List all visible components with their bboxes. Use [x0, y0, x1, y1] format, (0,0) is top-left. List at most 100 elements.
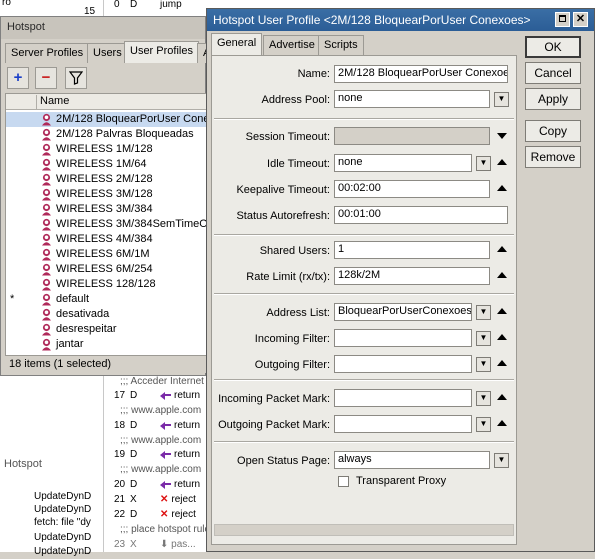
idle-timeout-select[interactable]: none [334, 154, 472, 172]
list-item[interactable]: 2M/128 BloquearPorUser Conexoes [6, 112, 206, 127]
firewall-row[interactable]: 19 D return [104, 447, 208, 462]
transparent-proxy-label: Transparent Proxy [356, 475, 447, 487]
user-profile-icon [42, 233, 51, 246]
firewall-row[interactable]: 21 X ✕ reject [104, 492, 208, 507]
firewall-row[interactable]: 18 D return [104, 418, 208, 433]
log-row[interactable]: UpdateDynD [34, 531, 104, 545]
list-item[interactable]: desativada [6, 307, 206, 322]
firewall-row[interactable]: 20 D return [104, 477, 208, 492]
list-item[interactable]: WIRELESS 128/128 [6, 277, 206, 292]
cancel-button[interactable]: Cancel [525, 62, 581, 84]
remove-button[interactable]: − [35, 67, 57, 89]
incoming-packet-mark-dropdown[interactable]: ▼ [476, 391, 491, 406]
list-item[interactable]: desrespeitar [6, 322, 206, 337]
shared-users-field[interactable]: 1 [334, 241, 490, 259]
filter-button[interactable] [65, 67, 87, 89]
list-item[interactable]: 2M/128 Palvras Bloqueadas [6, 127, 206, 142]
tab-advertise[interactable]: Advertise [263, 35, 321, 55]
outgoing-filter-select[interactable] [334, 355, 472, 373]
firewall-row[interactable]: 23 X ⬇ pas... [104, 537, 208, 552]
incoming-packet-mark-select[interactable] [334, 389, 472, 407]
column-header-name[interactable]: Name [36, 95, 69, 109]
firewall-row[interactable]: 17 D return [104, 388, 208, 403]
apply-button[interactable]: Apply [525, 88, 581, 110]
filter-icon [68, 71, 84, 85]
address-pool-label: Address Pool: [261, 94, 330, 106]
window-title[interactable]: Hotspot [1, 17, 205, 39]
ok-button[interactable]: OK [525, 36, 581, 58]
copy-button[interactable]: Copy [525, 120, 581, 142]
log-row[interactable]: UpdateDynD [34, 490, 104, 504]
rate-limit-field[interactable]: 128k/2M [334, 267, 490, 285]
dialog-title[interactable]: Hotspot User Profile <2M/128 BloquearPor… [207, 9, 594, 31]
dropdown-icon: ▼ [497, 455, 506, 464]
minus-icon: − [41, 69, 51, 86]
list-item[interactable]: WIRELESS 1M/128 [6, 142, 206, 157]
address-list-dropdown[interactable]: ▼ [476, 305, 491, 320]
reject-icon: ✕ [160, 509, 169, 520]
remove-profile-button[interactable]: Remove [525, 146, 581, 168]
list-item[interactable]: WIRELESS 1M/64 [6, 157, 206, 172]
address-pool-select[interactable]: none [334, 90, 490, 108]
session-timeout-label: Session Timeout: [245, 131, 330, 143]
tab-general[interactable]: General [211, 33, 263, 56]
status-autorefresh-field[interactable]: 00:01:00 [334, 206, 508, 224]
row-flag: D [130, 479, 138, 490]
list-item[interactable]: WIRELESS 2M/128 [6, 172, 206, 187]
transparent-proxy-checkbox[interactable] [338, 476, 349, 487]
log-row[interactable]: UpdateDynD [34, 545, 104, 559]
collapse-up-icon[interactable] [497, 308, 507, 314]
collapse-up-icon[interactable] [497, 159, 507, 165]
session-timeout-field[interactable] [334, 127, 490, 145]
firewall-row[interactable]: 22 D ✕ reject [104, 507, 208, 522]
user-profile-icon [42, 113, 51, 126]
close-button[interactable]: ✕ [573, 12, 588, 27]
expand-down-icon[interactable] [497, 133, 507, 139]
idle-timeout-dropdown[interactable]: ▼ [476, 156, 491, 171]
open-status-page-select[interactable]: always [334, 451, 490, 469]
add-button[interactable]: + [7, 67, 29, 89]
tab-server-profiles[interactable]: Server Profiles [5, 43, 90, 63]
list-item[interactable]: WIRELESS 4M/384 [6, 232, 206, 247]
collapse-up-icon[interactable] [497, 420, 507, 426]
tab-scripts[interactable]: Scripts [318, 35, 364, 55]
outgoing-filter-dropdown[interactable]: ▼ [476, 357, 491, 372]
list-item[interactable]: WIRELESS 3M/128 [6, 187, 206, 202]
open-status-page-dropdown[interactable]: ▼ [494, 453, 509, 468]
address-list-select[interactable]: BloquearPorUserConexoes [334, 303, 472, 321]
user-profile-icon [42, 338, 51, 351]
outgoing-packet-mark-select[interactable] [334, 415, 472, 433]
firewall-comment: ;;; place hotspot rules [120, 524, 208, 535]
collapse-up-icon[interactable] [497, 272, 507, 278]
user-profiles-list[interactable]: Name 2M/128 BloquearPorUser Conexoes 2M/1… [5, 93, 207, 358]
status-bar: 18 items (1 selected) [5, 355, 207, 373]
list-item[interactable]: * default [6, 292, 206, 307]
user-profile-icon [42, 203, 51, 216]
collapse-up-icon[interactable] [497, 394, 507, 400]
list-item[interactable]: WIRELESS 6M/1M [6, 247, 206, 262]
collapse-up-icon[interactable] [497, 185, 507, 191]
outgoing-packet-mark-dropdown[interactable]: ▼ [476, 417, 491, 432]
list-item-label: WIRELESS 1M/128 [56, 143, 153, 155]
list-item[interactable]: WIRELESS 3M/384 [6, 202, 206, 217]
list-item[interactable]: jantar [6, 337, 206, 352]
collapse-up-icon[interactable] [497, 246, 507, 252]
tab-users[interactable]: Users [87, 43, 128, 63]
firewall-row[interactable]: 0 D jump [104, 0, 208, 12]
general-panel: Name: 2M/128 BloquearPorUser Conexoes Ad… [211, 55, 517, 545]
incoming-filter-dropdown[interactable]: ▼ [476, 331, 491, 346]
name-field[interactable]: 2M/128 BloquearPorUser Conexoes [334, 65, 508, 83]
return-icon [160, 390, 171, 400]
log-row[interactable]: UpdateDynD [34, 503, 104, 517]
collapse-up-icon[interactable] [497, 334, 507, 340]
keepalive-timeout-field[interactable]: 00:02:00 [334, 180, 490, 198]
list-item[interactable]: WIRELESS 3M/384SemTimeOut [6, 217, 206, 232]
incoming-filter-select[interactable] [334, 329, 472, 347]
maximize-button[interactable] [555, 12, 570, 27]
collapse-up-icon[interactable] [497, 360, 507, 366]
tab-user-profiles[interactable]: User Profiles [124, 41, 199, 63]
log-row[interactable]: fetch: file "dy [34, 516, 104, 530]
list-item-label: WIRELESS 6M/1M [56, 248, 150, 260]
list-item[interactable]: WIRELESS 6M/254 [6, 262, 206, 277]
address-pool-dropdown[interactable]: ▼ [494, 92, 509, 107]
